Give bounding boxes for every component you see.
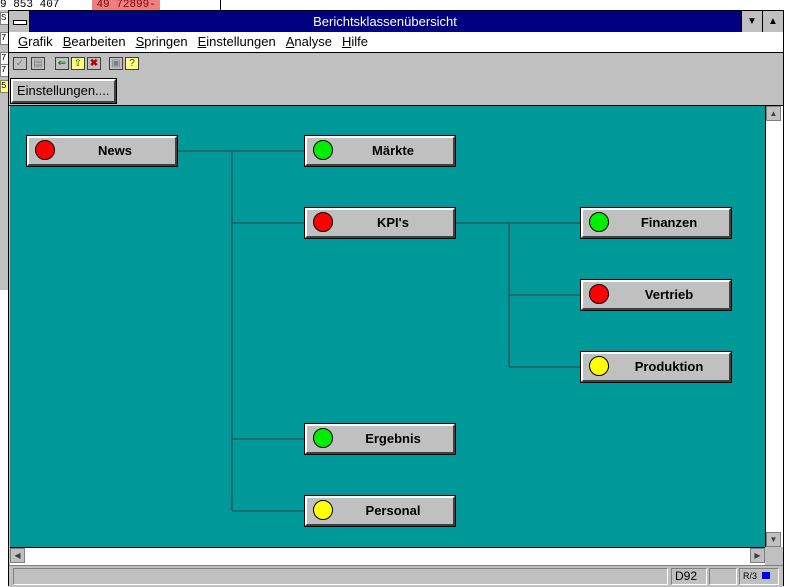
cancel-icon[interactable]: ✖ xyxy=(87,57,101,70)
status-lamp-green-icon xyxy=(313,428,333,448)
scroll-up-arrow-icon[interactable]: ▲ xyxy=(766,106,781,121)
settings-button[interactable]: Einstellungen.... xyxy=(10,78,117,104)
menu-accelerator: H xyxy=(341,34,352,49)
node-produktion[interactable]: Produktion xyxy=(580,351,732,383)
status-field-empty xyxy=(709,568,737,585)
background-number: 9 853 407 xyxy=(0,0,60,10)
menu-item-grafik[interactable]: Grafik xyxy=(13,32,58,52)
help-icon[interactable]: ? xyxy=(125,57,139,70)
status-lamp-red-icon xyxy=(35,140,55,160)
connector-lines xyxy=(178,150,581,512)
scroll-left-arrow-icon[interactable]: ◀ xyxy=(10,548,25,563)
status-lamp-green-icon xyxy=(589,212,609,232)
node-label: Märkte xyxy=(372,143,414,158)
background-red-value: 49 72899- xyxy=(92,0,160,10)
toolbar: ✓ ▤ ⇐ ⇧ ✖ ▣ ? xyxy=(9,53,783,76)
node-maerkte[interactable]: Märkte xyxy=(304,135,456,167)
window-title: Berichtsklassenübersicht xyxy=(313,14,457,29)
status-lamp-green-icon xyxy=(313,140,333,160)
r3-indicator: R/3 xyxy=(739,568,779,585)
menu-item-einstellungen[interactable]: Einstellungen xyxy=(193,32,281,52)
menu-item-hilfe[interactable]: Hilfe xyxy=(337,32,373,52)
node-vertrieb[interactable]: Vertrieb xyxy=(580,279,732,311)
find-icon[interactable]: ▣ xyxy=(109,57,123,70)
menu-accelerator: E xyxy=(197,34,207,49)
menu-item-bearbeiten[interactable]: Bearbeiten xyxy=(58,32,131,52)
r3-label: R/3 xyxy=(743,571,758,581)
save-icon[interactable]: ▤ xyxy=(31,57,45,70)
title-bar: Berichtsklassenübersicht ▼ ▲ xyxy=(9,11,783,33)
scroll-right-arrow-icon[interactable]: ▶ xyxy=(750,548,765,563)
minimize-button[interactable]: ▼ xyxy=(741,11,762,32)
menu-bar: Grafik Bearbeiten Springen Einstellungen Ana… xyxy=(9,32,783,53)
node-personal[interactable]: Personal xyxy=(304,495,456,527)
menu-item-springen[interactable]: Springen xyxy=(131,32,193,52)
menu-label-rest: instellungen xyxy=(206,34,276,49)
node-label: Vertrieb xyxy=(644,287,694,302)
horizontal-scrollbar[interactable]: ◀ ▶ xyxy=(10,547,765,565)
node-news[interactable]: News xyxy=(26,135,178,167)
application-toolbar: Einstellungen.... xyxy=(9,75,783,106)
menu-label-rest: pringen xyxy=(144,34,188,49)
menu-label-rest: nalyse xyxy=(294,34,332,49)
menu-item-analyse[interactable]: Analyse xyxy=(281,32,337,52)
hierarchy-canvas: News Märkte KPI's Ergebnis Personal Fina… xyxy=(10,106,765,547)
up-arrow-icon[interactable]: ⇧ xyxy=(71,57,85,70)
system-id: D92 xyxy=(671,568,707,585)
r3-flag-icon xyxy=(761,572,770,579)
scroll-down-arrow-icon[interactable]: ▼ xyxy=(766,532,781,547)
menu-accelerator: S xyxy=(135,34,145,49)
status-lamp-red-icon xyxy=(589,284,609,304)
background-number-row: 9 853 407 49 72899- xyxy=(0,0,220,10)
system-menu-icon xyxy=(13,20,27,25)
node-label: Personal xyxy=(365,503,421,518)
menu-label-rest: ilfe xyxy=(351,34,368,49)
menu-label-rest: rafik xyxy=(28,34,53,49)
back-arrow-icon[interactable]: ⇐ xyxy=(55,57,69,70)
node-label: Produktion xyxy=(634,359,704,374)
node-label: KPI's xyxy=(377,215,409,230)
status-message xyxy=(13,568,668,585)
status-lamp-red-icon xyxy=(313,212,333,232)
node-kpis[interactable]: KPI's xyxy=(304,207,456,239)
node-finanzen[interactable]: Finanzen xyxy=(580,207,732,239)
vertical-scrollbar[interactable]: ▲ ▼ xyxy=(765,106,783,547)
main-window: Berichtsklassenübersicht ▼ ▲ Grafik Bearb… xyxy=(8,10,784,587)
maximize-button[interactable]: ▲ xyxy=(762,11,783,32)
status-bar: D92 R/3 xyxy=(9,565,783,587)
menu-accelerator: G xyxy=(18,34,29,49)
system-menu-button[interactable] xyxy=(9,11,30,32)
status-lamp-yellow-icon xyxy=(313,500,333,520)
menu-label-rest: earbeiten xyxy=(71,34,126,49)
status-lamp-yellow-icon xyxy=(589,356,609,376)
node-label: News xyxy=(98,143,132,158)
check-icon[interactable]: ✓ xyxy=(13,57,27,70)
node-label: Ergebnis xyxy=(365,431,421,446)
node-ergebnis[interactable]: Ergebnis xyxy=(304,423,456,455)
node-label: Finanzen xyxy=(640,215,698,230)
